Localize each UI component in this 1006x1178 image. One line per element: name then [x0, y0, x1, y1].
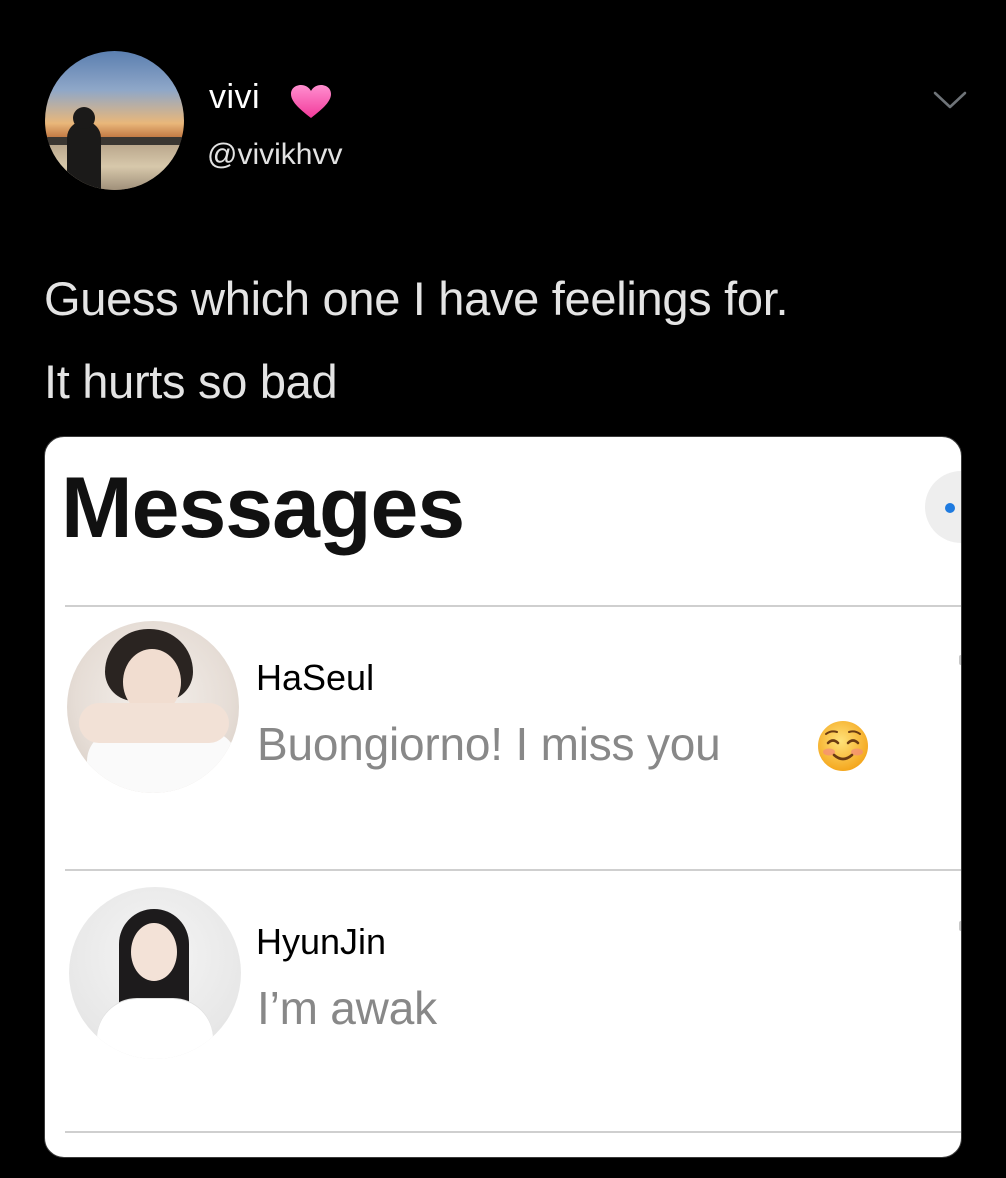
contact-avatar — [67, 621, 239, 793]
compose-button[interactable] — [925, 471, 961, 543]
messages-title: Messages — [61, 460, 465, 556]
avatar-scene-person — [67, 107, 101, 190]
avatar-scene-water — [45, 143, 184, 190]
tweet-text-line: It hurts so bad — [44, 355, 338, 408]
author-handle[interactable]: @vivikhvv — [207, 138, 342, 172]
avatar-face — [131, 923, 177, 981]
author-avatar[interactable] — [45, 51, 184, 190]
row-chevron-icon — [959, 921, 961, 931]
compose-dot-icon — [945, 503, 955, 513]
divider — [65, 1131, 961, 1133]
smiling-face-icon — [818, 721, 868, 771]
conversation-row-hyunjin[interactable]: HyunJin I’m awak — [45, 871, 961, 1133]
tweet-text: Guess which one I have feelings for. It … — [44, 257, 974, 423]
message-preview: I’m awak — [257, 982, 437, 1034]
tweet-text-line: Guess which one I have feelings for. — [44, 272, 789, 325]
chevron-down-icon[interactable] — [932, 88, 968, 112]
tweet-media-image[interactable]: Messages HaSeul Buongiorno! I miss you H… — [44, 436, 962, 1158]
pink-heart-icon — [291, 85, 331, 118]
contact-name: HyunJin — [256, 921, 387, 962]
row-chevron-icon — [959, 655, 961, 665]
tweet-header: vivi @vivikhvv — [0, 0, 1006, 200]
avatar-body — [97, 999, 213, 1059]
contact-avatar — [69, 887, 241, 1059]
author-display-name[interactable]: vivi — [209, 78, 260, 117]
contact-name: HaSeul — [256, 657, 375, 698]
avatar-arm — [79, 703, 229, 743]
conversation-row-haseul[interactable]: HaSeul Buongiorno! I miss you — [45, 607, 961, 869]
message-preview: Buongiorno! I miss you — [257, 718, 721, 770]
avatar-scene-shore — [45, 137, 184, 145]
